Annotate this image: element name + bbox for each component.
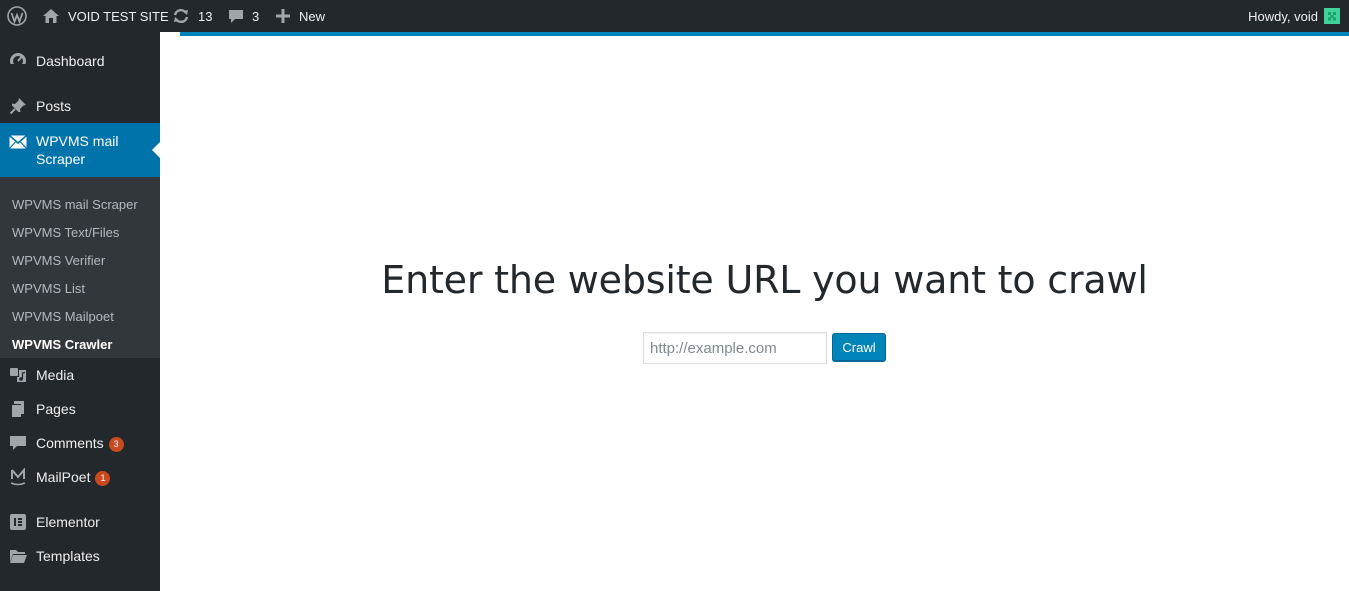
media-icon (9, 366, 27, 384)
plus-icon (276, 9, 290, 23)
wordpress-logo-icon[interactable] (0, 0, 34, 32)
submenu-item-mailpoet[interactable]: WPVMS Mailpoet (12, 308, 114, 326)
avatar (1324, 8, 1340, 24)
updates-icon (172, 8, 190, 24)
sidebar-item-elementor[interactable]: Elementor (0, 507, 160, 537)
sidebar-item-posts[interactable]: Posts (0, 91, 160, 121)
sidebar-item-label: Templates (36, 548, 100, 564)
dashboard-gauge-icon (9, 52, 27, 70)
sidebar-item-pages[interactable]: Pages (0, 394, 160, 424)
crawl-button[interactable]: Crawl (832, 333, 886, 361)
pages-icon (9, 400, 27, 418)
submenu-item-crawler[interactable]: WPVMS Crawler (12, 336, 112, 354)
howdy-greeting: Howdy, void (1248, 8, 1318, 24)
page-top-accent-bar (180, 32, 1349, 36)
sidebar-item-templates[interactable]: Templates (0, 541, 160, 571)
new-label: New (299, 8, 326, 24)
sidebar-item-label: Comments 3 (36, 435, 124, 452)
sidebar-item-label: MailPoet 1 (36, 468, 111, 486)
site-name: VOID TEST SITE (68, 8, 169, 24)
updates-link[interactable]: 13 (172, 0, 212, 32)
pushpin-icon (9, 97, 27, 115)
website-url-input[interactable] (643, 332, 827, 364)
page-heading: Enter the website URL you want to crawl (381, 258, 1148, 302)
sidebar-item-label: Media (36, 367, 75, 383)
comments-link[interactable]: 3 (228, 0, 259, 32)
sidebar-item-media[interactable]: Media (0, 360, 160, 390)
folder-icon (9, 547, 27, 565)
new-content-link[interactable]: New (276, 0, 325, 32)
comment-bubble-icon (9, 434, 27, 452)
comments-label: Comments (36, 434, 104, 451)
sidebar-item-mailpoet[interactable]: MailPoet 1 (0, 462, 160, 492)
submenu-item-mail-scraper[interactable]: WPVMS mail Scraper (12, 196, 138, 214)
mailpoet-count-badge: 1 (95, 470, 111, 486)
elementor-icon (9, 513, 27, 531)
submenu: WPVMS mail Scraper WPVMS Text/Files WPVM… (0, 177, 160, 358)
sidebar-item-label: Pages (36, 401, 76, 417)
site-name-link[interactable]: VOID TEST SITE (42, 0, 169, 32)
sidebar-item-wpvms-mail-scraper[interactable]: WPVMS mail Scraper (0, 123, 160, 177)
submenu-item-text-files[interactable]: WPVMS Text/Files (12, 224, 119, 242)
comments-count: 3 (252, 8, 260, 24)
mailpoet-logo-icon (9, 468, 27, 486)
submenu-item-list[interactable]: WPVMS List (12, 280, 85, 298)
admin-sidebar: Dashboard Posts WPVMS mail Scraper WPVMS… (0, 32, 160, 591)
submenu-item-verifier[interactable]: WPVMS Verifier (12, 252, 105, 270)
sidebar-item-label: Elementor (36, 514, 100, 530)
sidebar-item-label: Dashboard (36, 53, 105, 69)
my-account-link[interactable]: Howdy, void (1248, 0, 1340, 32)
sidebar-item-comments[interactable]: Comments 3 (0, 428, 160, 458)
home-icon (42, 8, 60, 24)
sidebar-item-label: WPVMS mail Scraper (36, 133, 119, 167)
admin-bar: VOID TEST SITE 13 3 New Howdy, void (0, 0, 1349, 32)
comments-count-badge: 3 (108, 436, 124, 452)
sidebar-item-dashboard[interactable]: Dashboard (0, 46, 160, 76)
updates-count: 13 (198, 8, 213, 24)
sidebar-item-label: Posts (36, 98, 72, 114)
comment-bubble-icon (228, 8, 244, 24)
mailpoet-label: MailPoet (36, 468, 91, 485)
envelope-icon (9, 133, 27, 151)
current-menu-arrow (152, 142, 160, 158)
